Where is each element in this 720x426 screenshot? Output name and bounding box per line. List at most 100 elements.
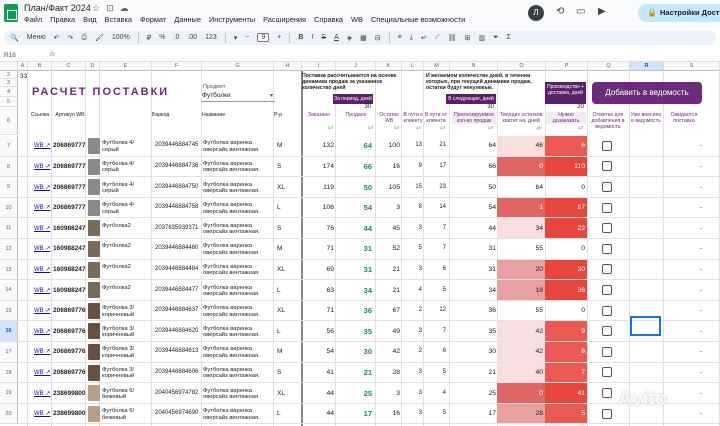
size-cell[interactable]: L — [277, 328, 281, 335]
days-cell[interactable]: 55 — [499, 245, 543, 252]
cloud-icon[interactable]: ☁ — [120, 3, 135, 13]
menu-insert[interactable]: Вставка — [105, 15, 132, 24]
add-checkbox[interactable] — [602, 243, 612, 254]
color-cell[interactable]: Футболка2 — [102, 264, 150, 271]
sold-cell[interactable]: 54 — [338, 203, 372, 212]
column-header-g[interactable]: G — [202, 62, 274, 71]
barcode-cell[interactable]: 2039446884484 — [155, 266, 198, 272]
name-cell[interactable]: Футболка варенка оверсайз винтажная. — [203, 223, 273, 236]
add-checkbox[interactable] — [602, 285, 612, 295]
filter-icon[interactable]: ⏷ — [493, 34, 499, 42]
name-cell[interactable]: Футболка варенка оверсайз винтажная. — [203, 326, 273, 339]
sold-cell[interactable]: 66 — [338, 162, 372, 171]
wb-link[interactable]: WB ↗ — [34, 307, 50, 314]
stock-cell[interactable]: 16 — [378, 163, 400, 170]
ordered-cell[interactable]: 44 — [304, 390, 334, 397]
increase-decimals-button[interactable]: .00 — [187, 34, 197, 41]
row-header-13[interactable]: 13 — [0, 259, 18, 281]
sold-cell[interactable]: 25 — [338, 389, 372, 398]
sold-cell[interactable]: 50 — [338, 183, 372, 192]
need-cell[interactable]: 22 — [547, 225, 585, 232]
italic-button[interactable]: I — [311, 34, 313, 41]
ordered-cell[interactable]: 174 — [304, 163, 334, 170]
row-header-18[interactable]: 18 — [0, 362, 18, 384]
barcode-cell[interactable]: 2037835939371 — [155, 225, 198, 231]
article-cell[interactable]: 160988247 — [53, 266, 86, 273]
name-cell[interactable]: Футболка варенка оверсайз винтажная. — [203, 388, 273, 401]
column-header-s[interactable]: S — [664, 62, 720, 71]
need-cell[interactable]: 41 — [547, 390, 585, 397]
need-cell[interactable]: 6 — [547, 142, 585, 149]
column-header-a[interactable]: A — [18, 62, 28, 71]
transit-cell[interactable]: 3 — [404, 410, 422, 416]
transit-cell[interactable]: 2 — [404, 307, 422, 313]
redo-icon[interactable]: ↷ — [68, 34, 74, 42]
wb-link[interactable]: WB ↗ — [34, 184, 50, 191]
transit-2-cell[interactable]: 7 — [426, 328, 446, 334]
name-cell[interactable]: Футболка варенка оверсайз винтажная. — [203, 305, 273, 318]
barcode-cell[interactable]: 2039446884750 — [155, 184, 198, 190]
size-cell[interactable]: XL — [277, 266, 285, 273]
transit-2-cell[interactable]: 4 — [426, 390, 446, 396]
row-header-16[interactable]: 16 — [0, 321, 18, 342]
add-to-list-button[interactable]: Добавить в ведомость — [592, 82, 702, 104]
forecast-cell[interactable]: 17 — [452, 410, 496, 417]
need-cell[interactable]: 9 — [547, 328, 585, 335]
row-header-14[interactable]: 14 — [0, 280, 18, 301]
expected-cell[interactable]: - — [700, 369, 702, 376]
article-cell[interactable]: 206869777 — [53, 204, 86, 211]
menu-format[interactable]: Формат — [140, 15, 166, 24]
ordered-cell[interactable]: 71 — [304, 307, 334, 314]
ordered-cell[interactable]: 54 — [304, 348, 334, 355]
column-header-c[interactable]: C — [52, 62, 86, 71]
color-cell[interactable]: Футболка 3/коричневый — [102, 346, 150, 359]
color-cell[interactable]: Футболка 4/серый — [102, 202, 150, 215]
wb-link[interactable]: WB ↗ — [34, 142, 50, 149]
name-cell[interactable]: Футболка варенка оверсайз винтажная. — [203, 264, 273, 277]
forecast-cell[interactable]: 25 — [452, 390, 496, 397]
article-cell[interactable]: 238699800 — [53, 390, 86, 397]
expected-cell[interactable]: - — [700, 225, 702, 232]
expected-cell[interactable]: - — [700, 410, 702, 417]
menu-data[interactable]: Данные — [174, 15, 201, 24]
font-size-input[interactable]: 9 — [257, 33, 270, 42]
rotate-icon[interactable]: ⟋ — [435, 34, 440, 42]
font-size-decrease-icon[interactable]: − — [245, 34, 249, 41]
print-icon[interactable]: ⎙ — [81, 34, 87, 42]
barcode-cell[interactable]: 2039446884736 — [155, 163, 198, 169]
menu-extensions[interactable]: Расширения — [263, 15, 306, 24]
valign-icon[interactable]: ⤓ — [410, 34, 413, 42]
transit-cell[interactable]: 13 — [404, 142, 422, 148]
select-all-corner[interactable] — [0, 62, 18, 71]
color-cell[interactable]: Футболка 6/ бежевый — [102, 408, 150, 421]
forecast-cell[interactable]: 54 — [452, 204, 496, 211]
ordered-cell[interactable]: 44 — [304, 410, 334, 417]
size-cell[interactable]: M — [277, 245, 282, 252]
article-cell[interactable]: 160988247 — [53, 225, 86, 232]
add-checkbox[interactable] — [602, 346, 612, 357]
next-days-value[interactable]: 30 — [468, 104, 494, 110]
name-cell[interactable]: Футболка варенка оверсайз винтажная. — [203, 367, 273, 380]
transit-cell[interactable]: 3 — [404, 266, 422, 272]
column-header-e[interactable]: E — [100, 62, 152, 71]
expected-cell[interactable]: - — [700, 328, 702, 335]
video-call-icon[interactable]: ▶ — [598, 6, 606, 17]
column-header-n[interactable]: N — [450, 62, 498, 71]
expected-cell[interactable]: - — [700, 204, 702, 211]
days-cell[interactable]: 20 — [499, 266, 543, 273]
row-header-15[interactable]: 15 — [0, 300, 18, 322]
days-cell[interactable]: 46 — [499, 142, 543, 149]
size-cell[interactable]: M — [277, 348, 282, 355]
period-value[interactable]: 30 — [345, 104, 371, 110]
transit-cell[interactable]: 2 — [404, 348, 422, 354]
column-header-b[interactable]: B — [28, 62, 52, 71]
color-cell[interactable]: Футболка 4/серый — [102, 161, 150, 174]
transit-2-cell[interactable]: 12 — [426, 307, 446, 313]
stock-cell[interactable]: 3 — [378, 204, 400, 211]
selected-cell-r16[interactable] — [630, 316, 661, 336]
cell-a2[interactable]: 33 — [20, 73, 27, 80]
size-cell[interactable]: L — [277, 410, 281, 417]
forecast-cell[interactable]: 31 — [452, 266, 496, 273]
size-cell[interactable]: S — [277, 369, 281, 376]
barcode-cell[interactable]: 2039446884606 — [155, 369, 198, 375]
